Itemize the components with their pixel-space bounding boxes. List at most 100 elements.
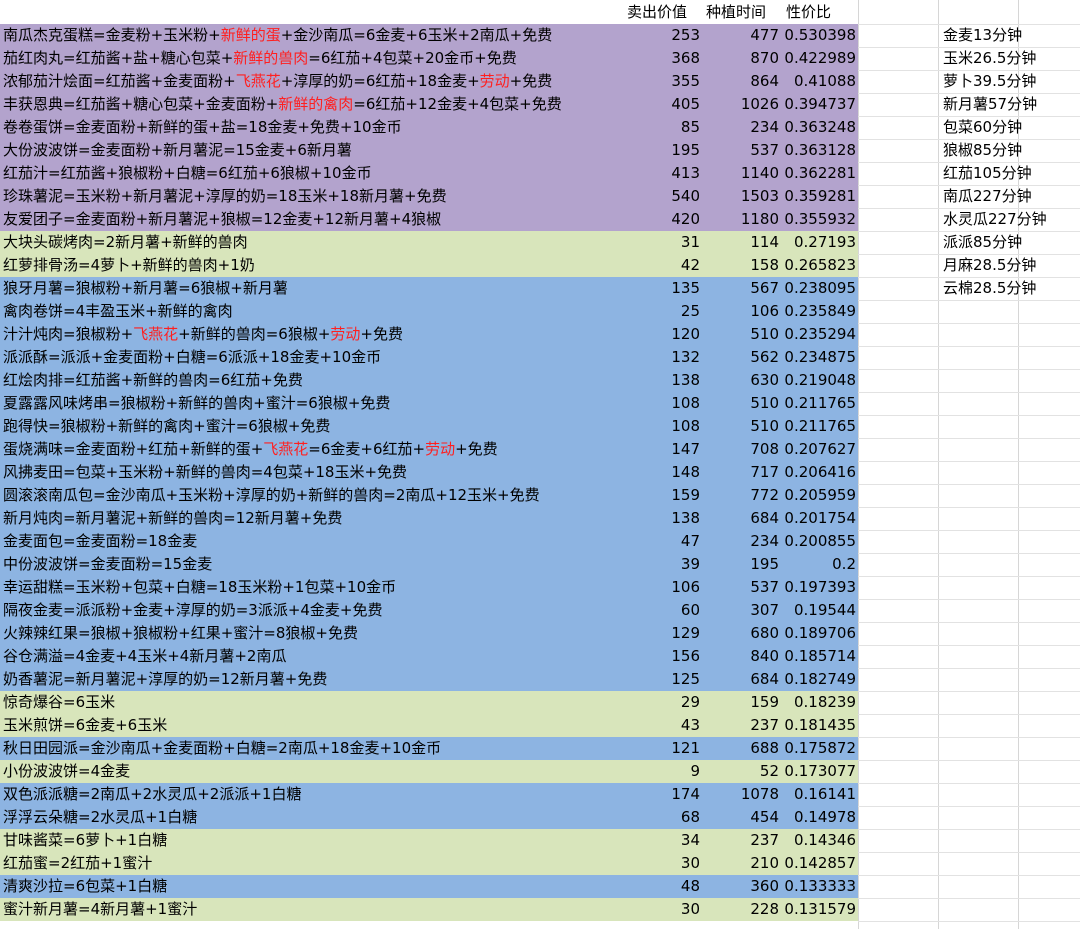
sell-price-cell[interactable]: 48 <box>623 875 700 898</box>
recipe-formula-cell[interactable]: 汁汁炖肉=狼椒粉+飞燕花+新鲜的兽肉=6狼椒+劳动+免费 <box>3 323 623 346</box>
recipe-formula-cell[interactable]: 红茄汁=红茄酱+狼椒粉+白糖=6红茄+6狼椒+10金币 <box>3 162 623 185</box>
table-row[interactable]: 蜜汁新月薯=4新月薯+1蜜汁 30 228 0.131579 <box>0 898 858 921</box>
recipe-formula-cell[interactable]: 隔夜金麦=派派粉+金麦+淳厚的奶=3派派+4金麦+免费 <box>3 599 623 622</box>
cost-ratio-cell[interactable]: 0.18239 <box>782 691 856 714</box>
grow-time-cell[interactable]: 840 <box>704 645 779 668</box>
recipe-formula-cell[interactable]: 玉米煎饼=6金麦+6玉米 <box>3 714 623 737</box>
cost-ratio-cell[interactable]: 0.14978 <box>782 806 856 829</box>
crop-time-item[interactable]: 南瓜227分钟 <box>943 185 1032 208</box>
recipe-formula-cell[interactable]: 惊奇爆谷=6玉米 <box>3 691 623 714</box>
table-row[interactable]: 友爱团子=金麦面粉+新月薯泥+狼椒=12金麦+12新月薯+4狼椒 420 1180 0… <box>0 208 858 231</box>
grow-time-cell[interactable]: 454 <box>704 806 779 829</box>
table-row[interactable]: 小份波波饼=4金麦 9 52 0.173077 <box>0 760 858 783</box>
recipe-formula-cell[interactable]: 幸运甜糕=玉米粉+包菜+白糖=18玉米粉+1包菜+10金币 <box>3 576 623 599</box>
recipe-formula-cell[interactable]: 中份波波饼=金麦面粉=15金麦 <box>3 553 623 576</box>
grow-time-cell[interactable]: 864 <box>704 70 779 93</box>
crop-time-item[interactable]: 红茄105分钟 <box>943 162 1032 185</box>
table-row[interactable]: 浓郁茄汁烩面=红茄酱+金麦面粉+飞燕花+淳厚的奶=6红茄+18金麦+劳动+免费 3… <box>0 70 858 93</box>
recipe-formula-cell[interactable]: 蜜汁新月薯=4新月薯+1蜜汁 <box>3 898 623 921</box>
recipe-formula-cell[interactable]: 狼牙月薯=狼椒粉+新月薯=6狼椒+新月薯 <box>3 277 623 300</box>
cost-ratio-cell[interactable]: 0.422989 <box>782 47 856 70</box>
cost-ratio-cell[interactable]: 0.211765 <box>782 392 856 415</box>
cost-ratio-cell[interactable]: 0.131579 <box>782 898 856 921</box>
grow-time-cell[interactable]: 1503 <box>704 185 779 208</box>
cost-ratio-cell[interactable]: 0.265823 <box>782 254 856 277</box>
sell-price-cell[interactable]: 43 <box>623 714 700 737</box>
grow-time-cell[interactable]: 195 <box>704 553 779 576</box>
sell-price-cell[interactable]: 138 <box>623 369 700 392</box>
crop-time-item[interactable]: 狼椒85分钟 <box>943 139 1022 162</box>
header-grow-time[interactable]: 种植时间 <box>706 0 784 24</box>
table-row[interactable]: 禽肉卷饼=4丰盈玉米+新鲜的禽肉 25 106 0.235849 <box>0 300 858 323</box>
sell-price-cell[interactable]: 405 <box>623 93 700 116</box>
cost-ratio-cell[interactable]: 0.362281 <box>782 162 856 185</box>
recipe-formula-cell[interactable]: 甘味酱菜=6萝卜+1白糖 <box>3 829 623 852</box>
recipe-formula-cell[interactable]: 红茄蜜=2红茄+1蜜汁 <box>3 852 623 875</box>
cost-ratio-cell[interactable]: 0.200855 <box>782 530 856 553</box>
recipe-formula-cell[interactable]: 蛋烧满味=金麦面粉+红茄+新鲜的蛋+飞燕花=6金麦+6红茄+劳动+免费 <box>3 438 623 461</box>
cost-ratio-cell[interactable]: 0.133333 <box>782 875 856 898</box>
cost-ratio-cell[interactable]: 0.205959 <box>782 484 856 507</box>
sell-price-cell[interactable]: 31 <box>623 231 700 254</box>
table-row[interactable]: 浮浮云朵糖=2水灵瓜+1白糖 68 454 0.14978 <box>0 806 858 829</box>
grow-time-cell[interactable]: 537 <box>704 139 779 162</box>
grow-time-cell[interactable]: 870 <box>704 47 779 70</box>
cost-ratio-cell[interactable]: 0.219048 <box>782 369 856 392</box>
grow-time-cell[interactable]: 630 <box>704 369 779 392</box>
recipe-formula-cell[interactable]: 茄红肉丸=红茄酱+盐+糖心包菜+新鲜的兽肉=6红茄+4包菜+20金币+免费 <box>3 47 623 70</box>
sell-price-cell[interactable]: 30 <box>623 898 700 921</box>
table-row[interactable]: 圆滚滚南瓜包=金沙南瓜+玉米粉+淳厚的奶+新鲜的兽肉=2南瓜+12玉米+免费 15… <box>0 484 858 507</box>
crop-time-item[interactable]: 月麻28.5分钟 <box>943 254 1036 277</box>
table-row[interactable]: 夏露露风味烤串=狼椒粉+新鲜的兽肉+蜜汁=6狼椒+免费 108 510 0.21176… <box>0 392 858 415</box>
sell-price-cell[interactable]: 413 <box>623 162 700 185</box>
cost-ratio-cell[interactable]: 0.235849 <box>782 300 856 323</box>
table-row[interactable]: 奶香薯泥=新月薯泥+淳厚的奶=12新月薯+免费 125 684 0.182749 <box>0 668 858 691</box>
sell-price-cell[interactable]: 60 <box>623 599 700 622</box>
cost-ratio-cell[interactable]: 0.19544 <box>782 599 856 622</box>
table-row[interactable]: 狼牙月薯=狼椒粉+新月薯=6狼椒+新月薯 135 567 0.238095 <box>0 277 858 300</box>
crop-time-item[interactable]: 水灵瓜227分钟 <box>943 208 1047 231</box>
sell-price-cell[interactable]: 147 <box>623 438 700 461</box>
cost-ratio-cell[interactable]: 0.197393 <box>782 576 856 599</box>
sell-price-cell[interactable]: 108 <box>623 392 700 415</box>
sell-price-cell[interactable]: 132 <box>623 346 700 369</box>
sell-price-cell[interactable]: 9 <box>623 760 700 783</box>
sell-price-cell[interactable]: 85 <box>623 116 700 139</box>
grow-time-cell[interactable]: 684 <box>704 668 779 691</box>
grow-time-cell[interactable]: 237 <box>704 714 779 737</box>
grow-time-cell[interactable]: 708 <box>704 438 779 461</box>
recipe-formula-cell[interactable]: 清爽沙拉=6包菜+1白糖 <box>3 875 623 898</box>
cost-ratio-cell[interactable]: 0.185714 <box>782 645 856 668</box>
table-row[interactable]: 新月炖肉=新月薯泥+新鲜的兽肉=12新月薯+免费 138 684 0.201754 <box>0 507 858 530</box>
table-row[interactable]: 红茄蜜=2红茄+1蜜汁 30 210 0.142857 <box>0 852 858 875</box>
cost-ratio-cell[interactable]: 0.234875 <box>782 346 856 369</box>
recipe-formula-cell[interactable]: 派派酥=派派+金麦面粉+白糖=6派派+18金麦+10金币 <box>3 346 623 369</box>
table-row[interactable]: 茄红肉丸=红茄酱+盐+糖心包菜+新鲜的兽肉=6红茄+4包菜+20金币+免费 368… <box>0 47 858 70</box>
recipe-formula-cell[interactable]: 红烩肉排=红茄酱+新鲜的兽肉=6红茄+免费 <box>3 369 623 392</box>
recipe-formula-cell[interactable]: 丰获恩典=红茄酱+糖心包菜+金麦面粉+新鲜的禽肉=6红茄+12金麦+4包菜+免费 <box>3 93 623 116</box>
grow-time-cell[interactable]: 680 <box>704 622 779 645</box>
grow-time-cell[interactable]: 228 <box>704 898 779 921</box>
crop-time-item[interactable]: 玉米26.5分钟 <box>943 47 1036 70</box>
cost-ratio-cell[interactable]: 0.142857 <box>782 852 856 875</box>
table-row[interactable]: 汁汁炖肉=狼椒粉+飞燕花+新鲜的兽肉=6狼椒+劳动+免费 120 510 0.2352… <box>0 323 858 346</box>
header-sell-price[interactable]: 卖出价值 <box>627 0 705 24</box>
recipe-formula-cell[interactable]: 奶香薯泥=新月薯泥+淳厚的奶=12新月薯+免费 <box>3 668 623 691</box>
recipe-formula-cell[interactable]: 浮浮云朵糖=2水灵瓜+1白糖 <box>3 806 623 829</box>
table-row[interactable]: 大份波波饼=金麦面粉+新月薯泥=15金麦+6新月薯 195 537 0.363128 <box>0 139 858 162</box>
recipe-formula-cell[interactable]: 新月炖肉=新月薯泥+新鲜的兽肉=12新月薯+免费 <box>3 507 623 530</box>
table-row[interactable]: 火辣辣红果=狼椒+狼椒粉+红果+蜜汁=8狼椒+免费 129 680 0.189706 <box>0 622 858 645</box>
sell-price-cell[interactable]: 195 <box>623 139 700 162</box>
grow-time-cell[interactable]: 1180 <box>704 208 779 231</box>
table-row[interactable]: 金麦面包=金麦面粉=18金麦 47 234 0.200855 <box>0 530 858 553</box>
grow-time-cell[interactable]: 234 <box>704 116 779 139</box>
sell-price-cell[interactable]: 148 <box>623 461 700 484</box>
cost-ratio-cell[interactable]: 0.211765 <box>782 415 856 438</box>
table-row[interactable]: 风拂麦田=包菜+玉米粉+新鲜的兽肉=4包菜+18玉米+免费 148 717 0.206… <box>0 461 858 484</box>
table-row[interactable]: 南瓜杰克蛋糕=金麦粉+玉米粉+新鲜的蛋+金沙南瓜=6金麦+6玉米+2南瓜+免费 2… <box>0 24 858 47</box>
table-row[interactable]: 谷仓满溢=4金麦+4玉米+4新月薯+2南瓜 156 840 0.185714 <box>0 645 858 668</box>
table-row[interactable]: 双色派派糖=2南瓜+2水灵瓜+2派派+1白糖 174 1078 0.16141 <box>0 783 858 806</box>
cost-ratio-cell[interactable]: 0.16141 <box>782 783 856 806</box>
sell-price-cell[interactable]: 120 <box>623 323 700 346</box>
recipe-formula-cell[interactable]: 金麦面包=金麦面粉=18金麦 <box>3 530 623 553</box>
